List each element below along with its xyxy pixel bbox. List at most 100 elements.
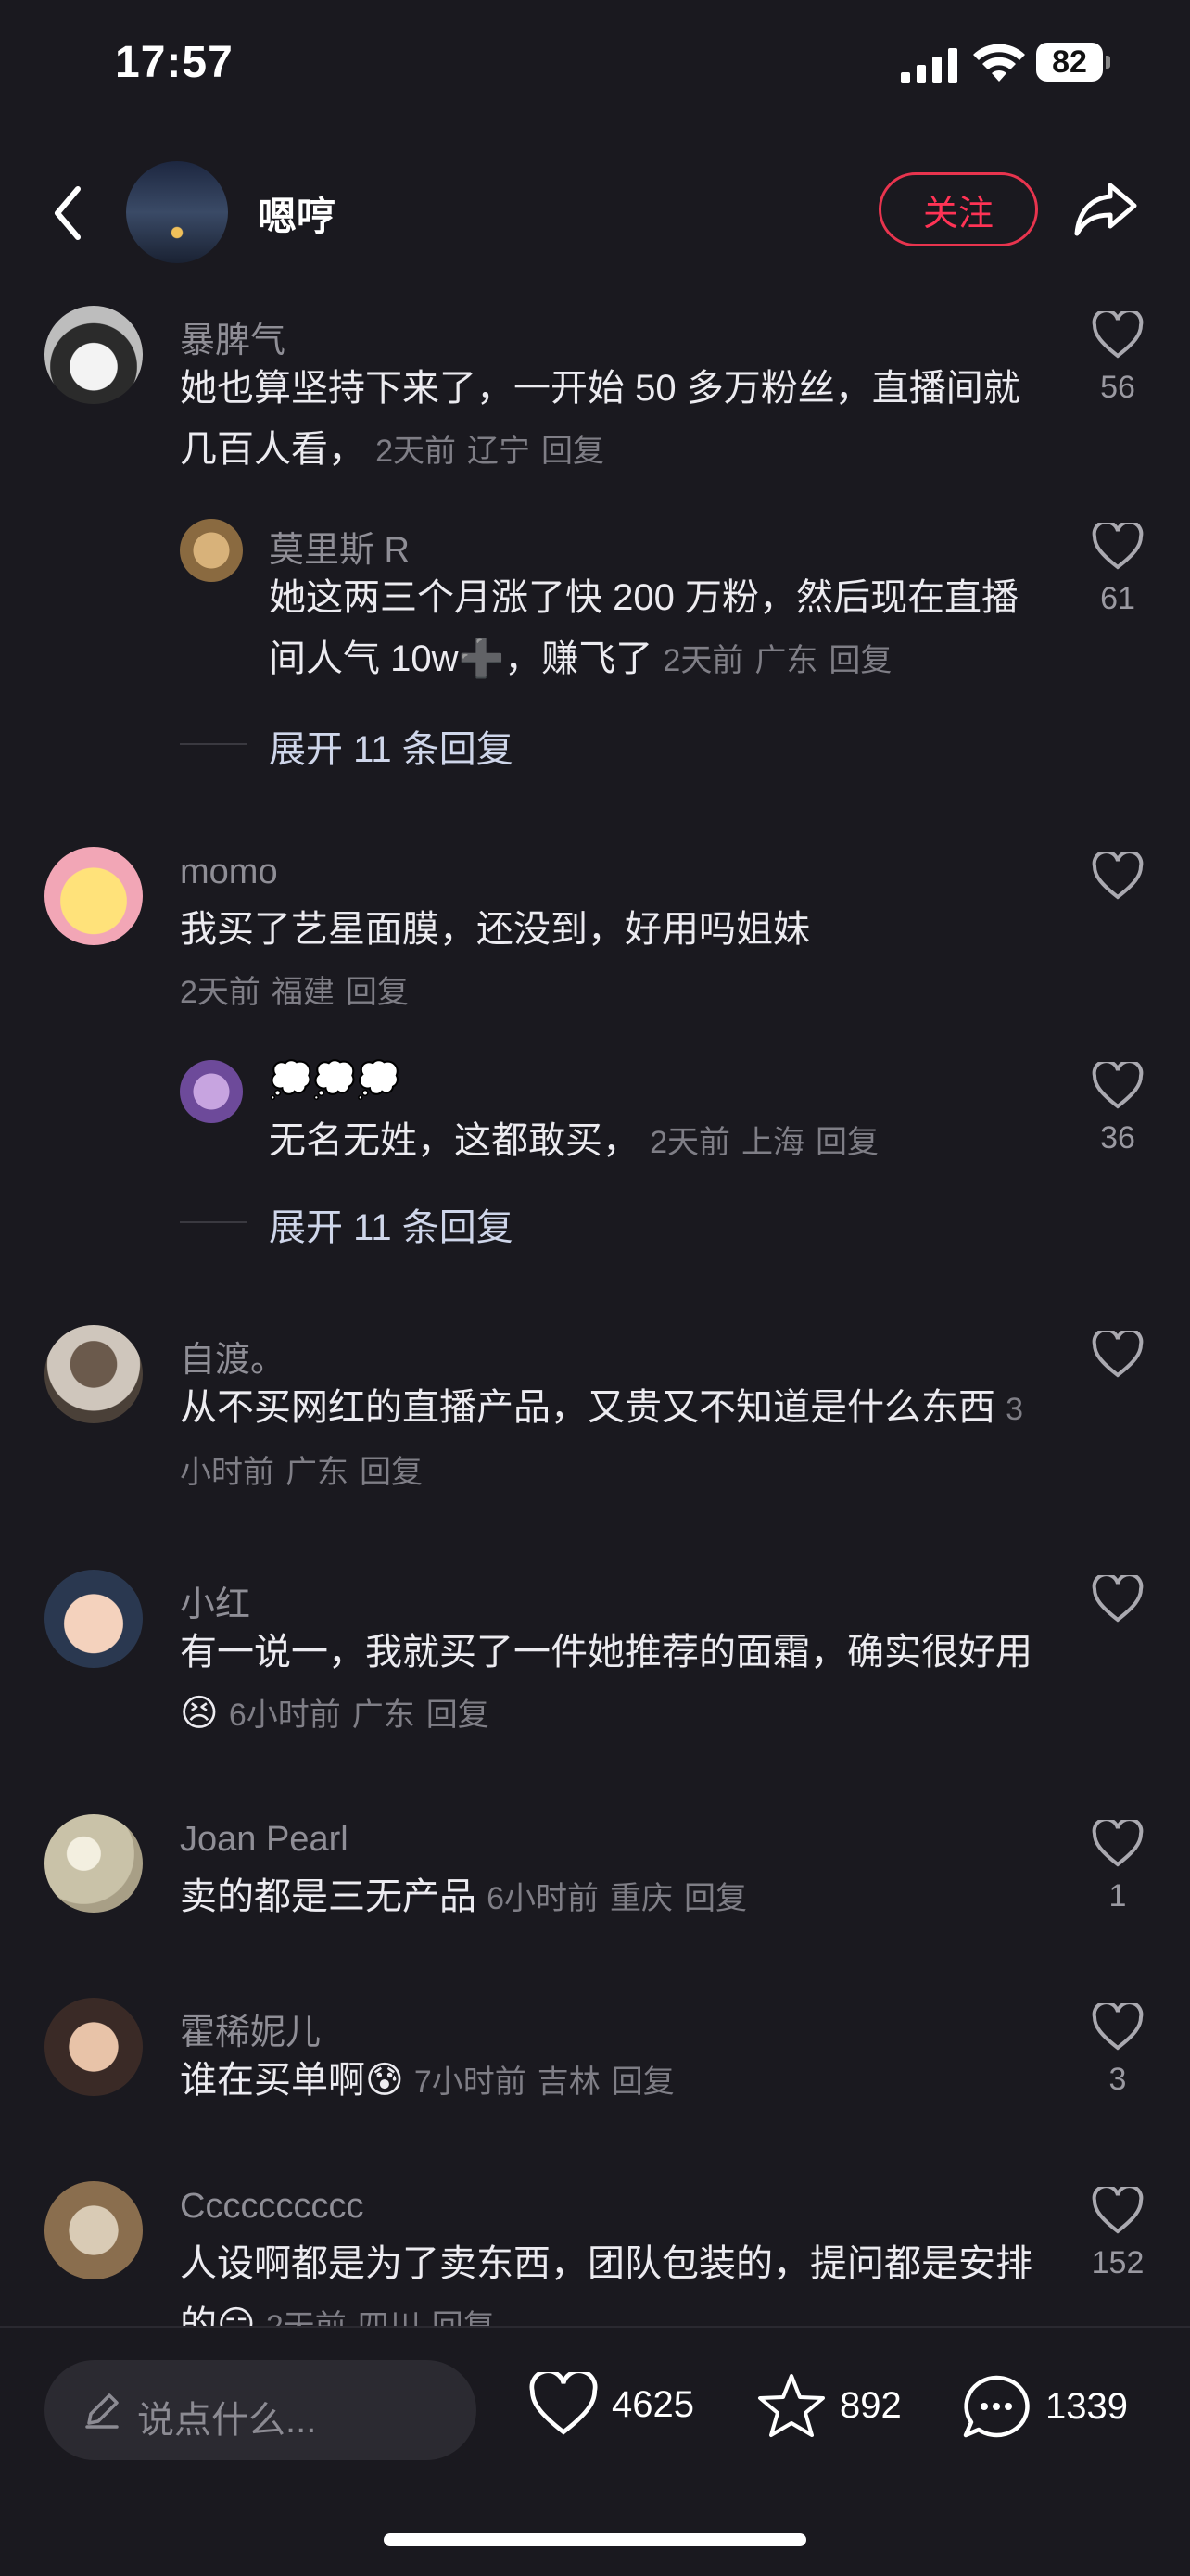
like-count: 3 (1108, 2062, 1127, 2097)
avatar[interactable] (44, 2181, 143, 2279)
home-indicator[interactable] (384, 2533, 806, 2546)
heart-icon (1092, 309, 1144, 359)
like-button[interactable]: 3 (1081, 2001, 1155, 2098)
expand-replies[interactable]: 展开 11 条回复 (180, 719, 513, 773)
like-button[interactable]: 152 (1081, 2184, 1155, 2281)
commenter-name[interactable]: 小红 (180, 1575, 250, 1626)
commenter-name[interactable]: 莫里斯 R (269, 521, 410, 572)
reply-button[interactable]: 回复 (816, 1125, 879, 1160)
signal-icon (901, 48, 957, 83)
wifi-icon (973, 44, 1025, 82)
like-count: 36 (1100, 1120, 1135, 1155)
comment-region: 辽宁 (467, 434, 531, 469)
like-button[interactable]: 36 (1081, 1059, 1155, 1156)
like-button[interactable] (1081, 1572, 1155, 1628)
comment-region: 广东 (285, 1455, 348, 1490)
heart-icon (1092, 520, 1144, 570)
comment-time: 2天前 (663, 643, 744, 678)
heart-icon (1092, 1059, 1144, 1109)
commenter-name[interactable]: momo (180, 852, 278, 892)
comment-item: Cccccccccc 人设啊都是为了卖东西，团队包装的，提问都是安排的😏 2天前… (0, 2181, 1190, 2326)
author-avatar[interactable] (126, 161, 228, 263)
comment-time: 2天前 (375, 434, 457, 469)
like-button[interactable] (1081, 850, 1155, 905)
comment-stat-button[interactable]: 1339 (960, 2372, 1128, 2441)
reply-button[interactable]: 回复 (432, 2309, 495, 2326)
like-button[interactable]: 56 (1081, 309, 1155, 406)
share-icon[interactable] (1073, 180, 1140, 237)
like-stat-button[interactable]: 4625 (528, 2372, 694, 2437)
like-count: 56 (1100, 370, 1135, 405)
comment-text: 从不买网红的直播产品，又贵又不知道是什么东西 (180, 1387, 995, 1428)
like-total: 4625 (612, 2383, 694, 2425)
commenter-name[interactable]: Cccccccccc (180, 2187, 363, 2227)
comment-text: 她这两三个月涨了快 200 万粉，然后现在直播间人气 10w➕，赚飞了 (269, 577, 1019, 679)
comment-time: 6小时前 (228, 1698, 341, 1733)
pencil-icon (85, 2393, 119, 2429)
commenter-name[interactable]: 自渡。 (180, 1331, 285, 1382)
like-count: 61 (1100, 581, 1135, 616)
comment-region: 上海 (741, 1125, 805, 1160)
clock: 17:57 (115, 38, 234, 87)
comment-input[interactable]: 说点什么... (44, 2360, 476, 2460)
avatar[interactable] (44, 847, 143, 945)
heart-icon (1092, 1328, 1144, 1378)
comment-placeholder: 说点什么... (137, 2400, 317, 2441)
battery-indicator: 82 (1036, 43, 1110, 82)
status-bar: 17:57 82 (0, 0, 1190, 139)
heart-icon (1092, 2184, 1144, 2234)
star-icon (758, 2374, 825, 2437)
reply-button[interactable]: 回复 (346, 975, 409, 1010)
back-icon[interactable] (46, 182, 91, 245)
comment-time: 2天前 (650, 1125, 731, 1160)
comment-text: 谁在买单啊😰 (180, 2060, 404, 2101)
heart-icon (1092, 1817, 1144, 1867)
comment-region: 重庆 (610, 1881, 674, 1916)
author-name[interactable]: 嗯哼 (258, 185, 335, 242)
reply-button[interactable]: 回复 (684, 1881, 747, 1916)
avatar[interactable] (44, 1998, 143, 2096)
comment-time: 2天前 (266, 2309, 347, 2326)
reply-button[interactable]: 回复 (541, 434, 604, 469)
commenter-name[interactable]: Joan Pearl (180, 1820, 348, 1860)
comment-bubble-icon (963, 2375, 1030, 2438)
like-button[interactable]: 61 (1081, 520, 1155, 617)
comment-text: 无名无姓，这都敢买， (269, 1120, 639, 1161)
favorite-stat-button[interactable]: 892 (756, 2372, 902, 2439)
comment-header: 嗯哼 关注 (0, 148, 1190, 278)
heart-icon (1092, 2001, 1144, 2051)
like-button[interactable] (1081, 1328, 1155, 1383)
avatar[interactable] (180, 519, 243, 582)
comment-region: 福建 (271, 975, 335, 1010)
comment-region: 吉林 (537, 2065, 601, 2100)
avatar[interactable] (44, 306, 143, 404)
reply-button[interactable]: 回复 (829, 643, 892, 678)
comment-total: 1339 (1045, 2385, 1128, 2427)
reply-button[interactable]: 回复 (612, 2065, 675, 2100)
heart-icon (529, 2372, 598, 2435)
comment-region: 四川 (358, 2309, 421, 2326)
avatar[interactable] (44, 1325, 143, 1423)
commenter-name[interactable]: 💭💭💭 (269, 1060, 400, 1101)
comment-time: 7小时前 (413, 2065, 526, 2100)
like-count: 152 (1091, 2245, 1145, 2280)
like-count: 1 (1108, 1878, 1127, 1913)
favorite-total: 892 (840, 2384, 902, 2426)
comment-region: 广东 (351, 1698, 415, 1733)
comment-region: 广东 (754, 643, 818, 678)
heart-icon (1092, 1572, 1144, 1623)
commenter-name[interactable]: 暴脾气 (180, 311, 285, 362)
heart-icon (1092, 850, 1144, 900)
avatar[interactable] (44, 1814, 143, 1913)
reply-button[interactable]: 回复 (360, 1455, 423, 1490)
reply-button[interactable]: 回复 (426, 1698, 489, 1733)
commenter-name[interactable]: 霍稀妮儿 (180, 2003, 321, 2054)
comment-text: 卖的都是三无产品 (180, 1876, 476, 1917)
follow-button[interactable]: 关注 (879, 172, 1038, 246)
like-button[interactable]: 1 (1081, 1817, 1155, 1914)
expand-replies[interactable]: 展开 11 条回复 (180, 1197, 513, 1251)
avatar[interactable] (44, 1570, 143, 1668)
comment-time: 6小时前 (487, 1881, 600, 1916)
avatar[interactable] (180, 1060, 243, 1123)
comment-time: 2天前 (180, 975, 260, 1010)
